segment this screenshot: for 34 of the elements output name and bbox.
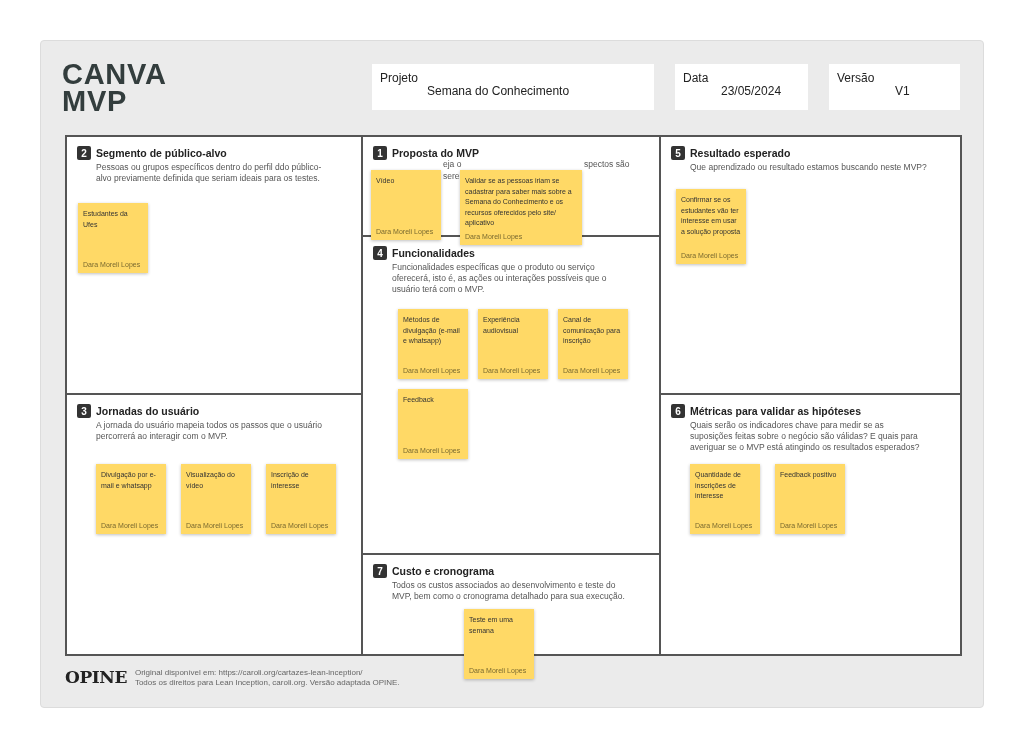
section-number: 4	[373, 246, 387, 260]
footer-text: Todos os direitos para Lean Inception, caroli.org. Versão adaptada OPINE.	[134, 677, 400, 688]
section-number: 3	[77, 404, 91, 418]
section-title: Métricas para validar as hipóteses	[690, 404, 861, 419]
field-label: Projeto	[380, 70, 419, 87]
section-title: Resultado esperado	[690, 146, 791, 161]
section-number: 5	[671, 146, 685, 160]
section-number: 7	[373, 564, 387, 578]
section-description: Pessoas ou grupos específicos dentro do perfil ddo público-alvo previamente definida que seriam ideais para os testes.	[96, 162, 323, 184]
section-title: Proposta do MVP	[392, 146, 479, 160]
logo-text: CANVA	[62, 61, 167, 88]
section-description: A jornada do usuário mapeia todos os passos que o usuário percorrerá ao interagir com o MVP.	[96, 420, 323, 442]
field-value: 23/05/2024	[721, 83, 782, 100]
section-title: Segmento de público-alvo	[96, 146, 227, 161]
logo-text: MVP	[62, 88, 129, 115]
description-fragment: spectos são	[584, 159, 630, 170]
description-fragment: sere	[443, 171, 460, 182]
section-number: 2	[77, 146, 91, 160]
section-description: Quais serão os indicadores chave para medir se as suposições feitas sobre o negócio são válidas? E quais para averiguar se o MVP está atingindo os resultados esperados?	[690, 420, 921, 453]
section-number: 6	[671, 404, 685, 418]
section-description: Que aprendizado ou resultado estamos buscando neste MVP?	[690, 162, 928, 173]
section-number: 1	[373, 146, 387, 160]
footer-text: Original disponível em: https://caroli.org/cartazes-lean-inception/	[134, 667, 364, 678]
brand-logo: OPINE	[65, 666, 127, 689]
section-title: Custo e cronograma	[392, 564, 495, 579]
section-title: Jornadas do usuário	[96, 404, 200, 419]
description-fragment: eja o	[443, 159, 462, 170]
section-description: Todos os custos associados ao desenvolvimento e teste do MVP, bem como o cronograma detalhado para sua execução.	[392, 580, 626, 602]
section-description: Funcionalidades específicas que o produto ou serviço oferecerá, isto é, as ações ou interações possíveis que o usuário terá com o MVP.	[392, 262, 608, 295]
field-label: Versão	[837, 70, 875, 87]
section-title: Funcionalidades	[392, 246, 475, 261]
field-value: Semana do Conhecimento	[427, 83, 570, 100]
field-value: V1	[895, 83, 910, 100]
field-label: Data	[683, 70, 709, 87]
